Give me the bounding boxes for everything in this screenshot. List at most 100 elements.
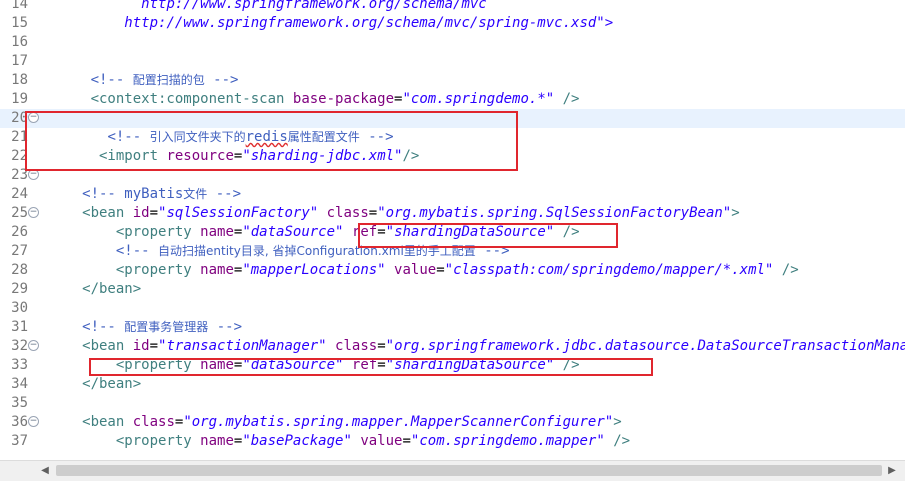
- comment-text: 文件: [183, 187, 208, 201]
- xml-tag-end: />: [554, 91, 580, 107]
- line-number: 17: [11, 53, 28, 69]
- xml-attr-name: name: [200, 224, 234, 240]
- code-line[interactable]: 32− <bean id="transactionManager" class="…: [0, 337, 905, 356]
- line-number: 21: [11, 129, 28, 145]
- code-line[interactable]: 24 <!-- myBatis文件 -->: [0, 185, 905, 204]
- code-line[interactable]: 35: [0, 394, 905, 413]
- schema-url: http://www.springframework.org/schema/mv…: [124, 15, 614, 31]
- line-number: 28: [11, 262, 28, 278]
- code-text: <!-- 配置扫描的包 -->: [91, 71, 239, 90]
- code-line[interactable]: 19 <context:component-scan base-package="…: [0, 90, 905, 109]
- fold-toggle-icon[interactable]: −: [28, 207, 39, 218]
- line-number: 23: [11, 167, 28, 183]
- xml-attr-name: base-package: [292, 91, 395, 107]
- xml-attr-value: "basePackage": [242, 433, 352, 449]
- scroll-left-icon[interactable]: ◀: [38, 464, 52, 478]
- code-line[interactable]: 25− <bean id="sqlSessionFactory" class="o…: [0, 204, 905, 223]
- code-text: <!-- 配置事务管理器 -->: [82, 318, 242, 337]
- code-text: <bean id="sqlSessionFactory" class="org.…: [82, 205, 740, 221]
- line-number: 16: [11, 34, 28, 50]
- code-line[interactable]: 36− <bean class="org.mybatis.spring.mappe…: [0, 413, 905, 432]
- xml-attr-name: name: [200, 262, 234, 278]
- code-line[interactable]: 17: [0, 52, 905, 71]
- comment-open: <!--: [115, 243, 159, 259]
- line-number: 14: [11, 0, 28, 12]
- line-number: 22: [11, 148, 28, 164]
- xml-attr-value: "com.springdemo.mapper": [410, 433, 605, 449]
- code-line[interactable]: 28 <property name="mapperLocations" value…: [0, 261, 905, 280]
- schema-url: http://www.springframework.org/schema/mv…: [141, 0, 487, 12]
- xml-tag-name: <property: [115, 433, 192, 449]
- xml-attr-value: "classpath:com/springdemo/mapper/*.xml": [444, 262, 774, 278]
- comment-close: -->: [204, 72, 239, 88]
- xml-tag-name: <property: [115, 262, 192, 278]
- comment-close: -->: [207, 186, 242, 202]
- code-line[interactable]: 34 </bean>: [0, 375, 905, 394]
- xml-attr-name: value: [360, 433, 403, 449]
- code-text: <property name="mapperLocations" value="…: [115, 262, 799, 278]
- code-editor[interactable]: 14 http://www.springframework.org/schema/…: [0, 0, 905, 460]
- code-text: <bean id="transactionManager" class="org…: [82, 337, 905, 356]
- xml-tag-name: <bean: [82, 205, 125, 221]
- line-number: 20: [11, 110, 28, 126]
- xml-attr-value: "com.springdemo.*": [402, 91, 555, 107]
- xml-attr-value: "mapperLocations": [242, 262, 386, 278]
- line-number: 24: [11, 186, 28, 202]
- code-text: <bean class="org.mybatis.spring.mapper.M…: [82, 414, 622, 430]
- xml-close-tag: </bean>: [82, 281, 142, 297]
- code-line[interactable]: 31 <!-- 配置事务管理器 -->: [0, 318, 905, 337]
- highlight-box-import: [25, 111, 518, 171]
- comment-text: 配置扫描的包: [132, 73, 205, 87]
- comment-close: -->: [208, 319, 243, 335]
- xml-attr-name: value: [394, 262, 437, 278]
- xml-attr-value: "org.mybatis.spring.mapper.MapperScanner…: [183, 414, 614, 430]
- line-number: 37: [11, 433, 28, 449]
- line-number: 18: [11, 72, 28, 88]
- highlight-box-ref-26: [358, 223, 618, 248]
- code-text: <context:component-scan base-package="co…: [90, 91, 580, 107]
- code-text: </bean>: [82, 280, 141, 299]
- xml-attr-value: "transactionManager": [158, 338, 327, 354]
- xml-attr-name: class: [326, 205, 369, 221]
- code-line[interactable]: 18 <!-- 配置扫描的包 -->: [0, 71, 905, 90]
- code-line[interactable]: 15 http://www.springframework.org/schema/…: [0, 14, 905, 33]
- xml-attr-name: name: [200, 433, 234, 449]
- code-text: <!-- myBatis文件 -->: [82, 185, 241, 204]
- line-number: 34: [11, 376, 28, 392]
- xml-attr-value: "org.mybatis.spring.SqlSessionFactoryBea…: [377, 205, 732, 221]
- code-line[interactable]: 14 http://www.springframework.org/schema/…: [0, 0, 905, 14]
- line-number: 31: [11, 319, 28, 335]
- xml-attr-name: class: [132, 414, 175, 430]
- code-line[interactable]: 16: [0, 33, 905, 52]
- line-number: 33: [11, 357, 28, 373]
- xml-tag-name: <context:component-scan: [90, 91, 285, 107]
- scroll-right-icon[interactable]: ▶: [885, 464, 899, 478]
- code-line[interactable]: 29 </bean>: [0, 280, 905, 299]
- comment-open: <!--: [82, 319, 125, 335]
- code-line[interactable]: 37 <property name="basePackage" value="co…: [0, 432, 905, 451]
- xml-tag-name: <bean: [82, 338, 125, 354]
- fold-toggle-icon[interactable]: −: [28, 416, 39, 427]
- line-number: 15: [11, 15, 28, 31]
- comment-text: 配置事务管理器: [124, 320, 209, 334]
- xml-tag-end: />: [604, 433, 631, 449]
- xml-tag-end: >: [731, 205, 740, 221]
- xml-attr-value: "sqlSessionFactory": [158, 205, 319, 221]
- code-text: <property name="basePackage" value="com.…: [115, 433, 631, 449]
- highlight-box-property-33: [89, 358, 653, 376]
- xml-attr-value: "dataSource": [242, 224, 344, 240]
- xml-attr-name: id: [132, 205, 150, 221]
- comment-open: <!--: [90, 72, 133, 88]
- scrollbar-thumb[interactable]: [56, 465, 882, 476]
- fold-toggle-icon[interactable]: −: [28, 340, 39, 351]
- xml-attr-value: "org.springframework.jdbc.datasource.Dat…: [385, 338, 905, 354]
- code-line[interactable]: 30: [0, 299, 905, 318]
- xml-tag-end: />: [773, 262, 799, 278]
- xml-tag-name: <property: [115, 224, 192, 240]
- line-number: 30: [11, 300, 28, 316]
- line-number: 32: [11, 338, 28, 354]
- xml-attr-name: class: [335, 338, 378, 354]
- xml-close-tag: </bean>: [82, 376, 142, 392]
- horizontal-scrollbar[interactable]: ◀ ▶: [0, 460, 905, 481]
- xml-tag-name: <bean: [82, 414, 125, 430]
